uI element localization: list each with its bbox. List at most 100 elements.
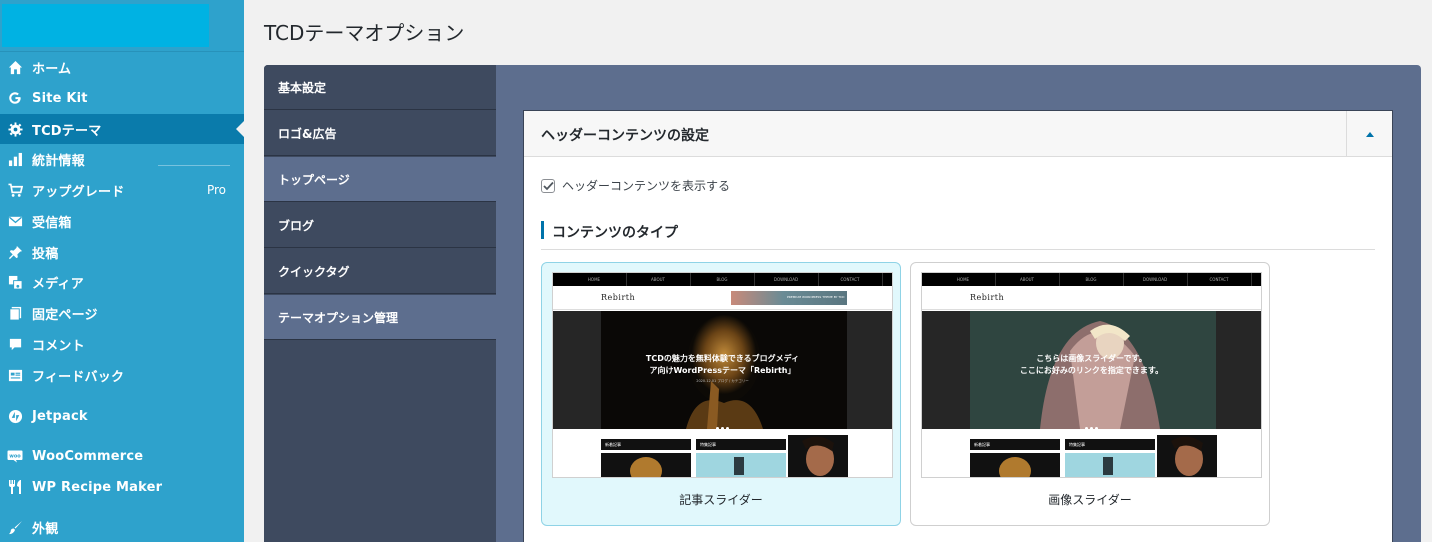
tab-logo-ads[interactable]: ロゴ&広告 — [264, 111, 496, 156]
sidebar-item-label: TCDテーマ — [32, 123, 102, 139]
sidebar-item-site-kit[interactable]: Site Kit — [0, 83, 244, 113]
sidebar-item-pages[interactable]: 固定ページ — [0, 298, 244, 328]
options-tab-list: 基本設定 ロゴ&広告 トップページ ブログ クイックタグ テーマオプション管理 — [264, 65, 496, 542]
caret-up-icon — [1365, 131, 1374, 137]
current-indicator — [236, 121, 244, 137]
preview-hero: TCDの魅力を無料体験できるブログメディ ア向けWordPressテーマ「Reb… — [553, 311, 892, 430]
sidebar-item-stats[interactable]: 統計情報 — [0, 144, 244, 174]
preview-lower-section: 新着記事 特集記事 — [553, 429, 892, 477]
preview-card: 特集記事 — [1065, 439, 1155, 477]
pin-icon — [7, 244, 23, 260]
site-logo[interactable] — [2, 4, 209, 47]
svg-text:woo: woo — [9, 453, 21, 459]
preview-card-image — [1065, 453, 1155, 477]
tab-basic-settings[interactable]: 基本設定 — [264, 65, 496, 110]
sidebar-item-label: フィードバック — [32, 369, 125, 385]
checkmark-icon — [542, 181, 554, 190]
sidebar-item-appearance[interactable]: 外観 — [0, 512, 244, 542]
sidebar-item-label: WP Recipe Maker — [32, 479, 163, 495]
sidebar-item-label: Jetpack — [32, 408, 88, 424]
preview-lower-section: 新着記事 特集記事 — [922, 429, 1261, 477]
preview-nav-item: CONTACT — [819, 273, 883, 286]
box-header[interactable]: ヘッダーコンテンツの設定 — [524, 111, 1392, 157]
fork-knife-icon — [7, 479, 23, 495]
preview-nav: HOME ABOUT BLOG DOWNLOAD CONTACT — [922, 273, 1261, 286]
sidebar-item-label: メディア — [32, 276, 84, 292]
collapse-button[interactable] — [1346, 111, 1392, 157]
media-icon — [7, 274, 23, 290]
preview-nav-item: DOWNLOAD — [1124, 273, 1188, 286]
preview-card-image — [970, 453, 1060, 477]
comment-icon — [7, 336, 23, 352]
preview-card: 新着記事 — [970, 439, 1060, 477]
tab-top-page[interactable]: トップページ — [264, 157, 496, 202]
brush-icon — [7, 519, 23, 535]
sidebar-item-label: 受信箱 — [32, 215, 72, 231]
sidebar-item-jetpack[interactable]: Jetpack — [0, 401, 244, 431]
preview-hero-text: TCDの魅力を無料体験できるブログメディ ア向けWordPressテーマ「Reb… — [553, 353, 892, 377]
preview-nav-item: BLOG — [691, 273, 755, 286]
gear-icon — [7, 121, 23, 137]
preview-banner-text: PREMIUM WORDPRESS THEME BY TCD — [787, 295, 845, 299]
sidebar-item-label: ホーム — [32, 61, 72, 77]
preview-nav-item: BLOG — [1060, 273, 1124, 286]
google-icon — [7, 90, 23, 106]
content-type-heading: コンテンツのタイプ — [541, 221, 1375, 250]
box-title: ヘッダーコンテンツの設定 — [541, 128, 709, 144]
preview-card-title: 特集記事 — [700, 442, 716, 447]
preview-card-title: 新着記事 — [974, 442, 990, 447]
preview-hero-sub: 2020.12.01 ブログ / カテゴリー — [696, 379, 749, 383]
preview-side-portrait — [788, 435, 848, 477]
sidebar-item-label: Site Kit — [32, 90, 88, 106]
preview-nav-item: DOWNLOAD — [755, 273, 819, 286]
preview-nav: HOME ABOUT BLOG DOWNLOAD CONTACT — [553, 273, 892, 286]
preview-card: 新着記事 — [601, 439, 691, 477]
preview-hero-line: ア向けWordPressテーマ「Rebirth」 — [649, 366, 796, 375]
sidebar-item-posts[interactable]: 投稿 — [0, 237, 244, 267]
tab-blog[interactable]: ブログ — [264, 203, 496, 248]
sidebar-item-media[interactable]: メディア — [0, 267, 244, 297]
preview-hero-line: ここにお好みのリンクを指定できます。 — [1019, 366, 1164, 375]
show-header-content-label[interactable]: ヘッダーコンテンツを表示する — [562, 177, 730, 194]
preview-nav-item: ABOUT — [996, 273, 1060, 286]
preview-card: 特集記事 — [696, 439, 786, 477]
theme-options-panel: 基本設定 ロゴ&広告 トップページ ブログ クイックタグ テーマオプション管理 … — [264, 65, 1421, 542]
sidebar-item-inbox[interactable]: 受信箱 — [0, 206, 244, 236]
sidebar-item-home[interactable]: ホーム — [0, 52, 244, 82]
sidebar-item-woocommerce[interactable]: woo WooCommerce — [0, 441, 244, 471]
preview-card-title: 特集記事 — [1069, 442, 1085, 447]
sidebar-item-comments[interactable]: コメント — [0, 329, 244, 359]
mail-icon — [7, 213, 23, 229]
preview-hero-line: TCDの魅力を無料体験できるブログメディ — [645, 354, 800, 363]
preview-card-image — [601, 453, 691, 477]
image-slider-preview: HOME ABOUT BLOG DOWNLOAD CONTACT Rebirth — [921, 272, 1262, 478]
preview-logo: Rebirth — [970, 293, 1005, 302]
pro-badge: Pro — [206, 183, 226, 197]
show-header-content-row: ヘッダーコンテンツを表示する — [541, 177, 730, 194]
preview-header: Rebirth — [922, 286, 1261, 310]
woo-icon: woo — [7, 448, 23, 464]
preview-hero-line: こちらは画像スライダーです。 — [1036, 354, 1147, 363]
show-header-content-checkbox[interactable] — [541, 178, 555, 193]
type-option-article-slider[interactable]: HOME ABOUT BLOG DOWNLOAD CONTACT Rebirth… — [541, 262, 901, 526]
sidebar-item-upgrade[interactable]: アップグレード Pro — [0, 175, 244, 205]
sidebar-item-label: 統計情報 — [32, 153, 85, 169]
admin-sidebar: ホーム Site Kit TCDテーマ 統計情報 アップグレード Pro 受信箱 — [0, 0, 244, 542]
preview-nav-item: HOME — [932, 273, 996, 286]
sidebar-item-feedback[interactable]: フィードバック — [0, 360, 244, 390]
header-content-settings-box: ヘッダーコンテンツの設定 ヘッダーコンテンツを表示する コンテンツのタイプ HO… — [523, 110, 1393, 542]
type-option-image-slider[interactable]: HOME ABOUT BLOG DOWNLOAD CONTACT Rebirth — [910, 262, 1270, 526]
section-accent-bar — [541, 221, 544, 239]
preview-card-title: 新着記事 — [605, 442, 621, 447]
sidebar-item-label: WooCommerce — [32, 448, 144, 464]
tab-theme-option-management[interactable]: テーマオプション管理 — [264, 295, 496, 340]
page-title: TCDテーマオプション — [264, 21, 465, 45]
sidebar-item-wp-recipe-maker[interactable]: WP Recipe Maker — [0, 472, 244, 502]
sidebar-item-label: 固定ページ — [32, 307, 98, 323]
jetpack-icon — [7, 408, 23, 424]
preview-logo: Rebirth — [601, 293, 636, 302]
sidebar-item-tcd-theme[interactable]: TCDテーマ — [0, 114, 244, 144]
tab-quick-tag[interactable]: クイックタグ — [264, 249, 496, 294]
preview-banner: PREMIUM WORDPRESS THEME BY TCD — [731, 291, 847, 305]
bar-chart-icon — [7, 151, 23, 167]
